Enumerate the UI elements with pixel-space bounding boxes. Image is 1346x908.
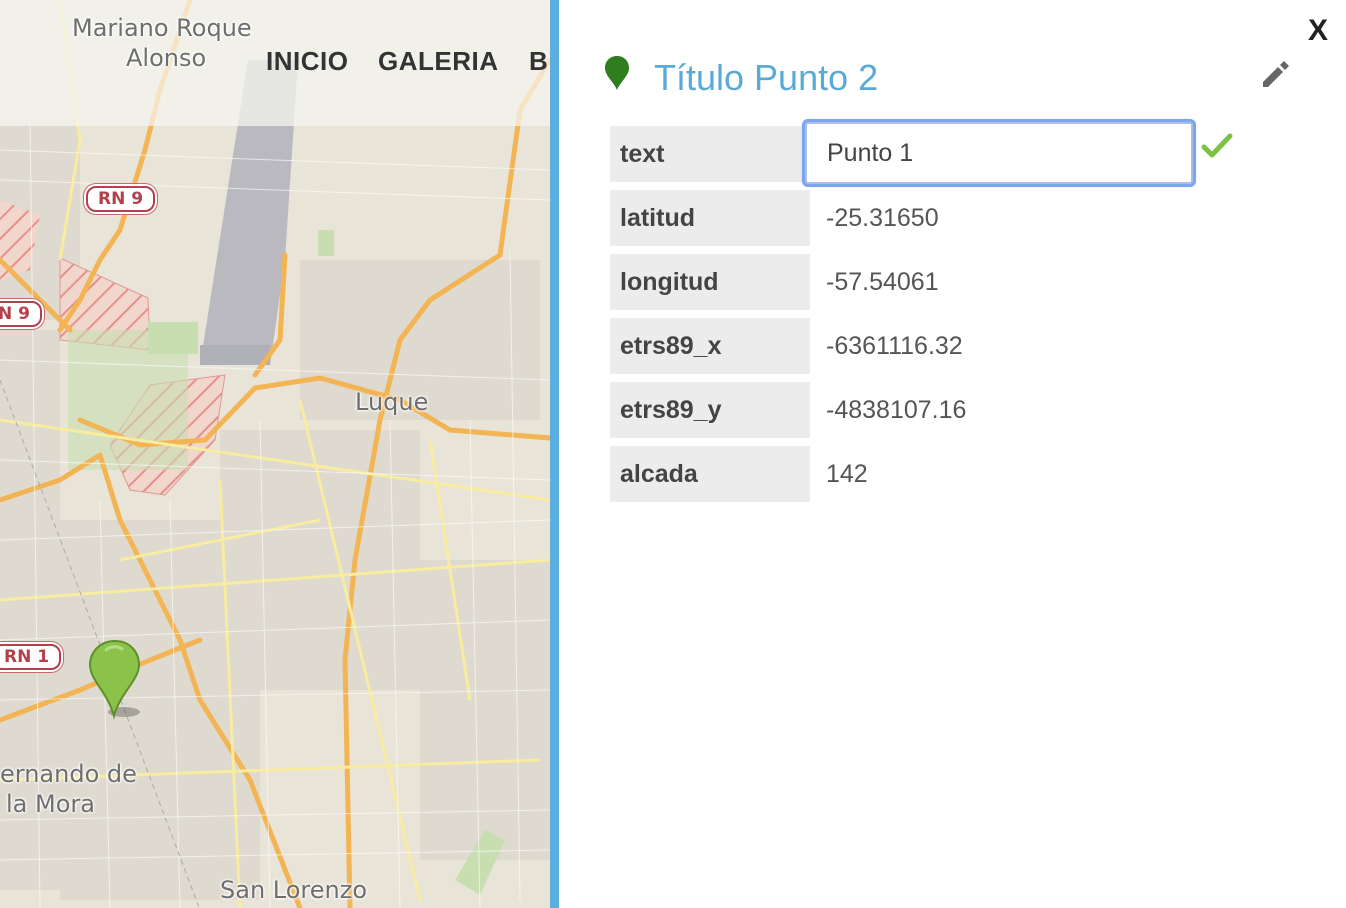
field-row-text: text: [610, 122, 1310, 184]
field-value[interactable]: -4838107.16: [826, 396, 966, 425]
field-row-etrs89-y: etrs89_y -4838107.16: [610, 382, 1310, 438]
check-icon[interactable]: [1201, 132, 1233, 160]
field-key: latitud: [610, 190, 810, 246]
route-shield-rn9: RN 9: [86, 186, 156, 212]
field-value[interactable]: 142: [826, 460, 868, 489]
nav-galeria[interactable]: GALERIA: [378, 46, 499, 77]
place-label-san-lorenzo: San Lorenzo: [220, 876, 368, 904]
nav-inicio[interactable]: INICIO: [266, 46, 348, 77]
place-label-la-mora: la Mora: [6, 790, 95, 818]
field-row-longitud: longitud -57.54061: [610, 254, 1310, 310]
nav-item-truncated[interactable]: B: [529, 46, 548, 77]
field-key: text: [610, 126, 810, 182]
field-key: etrs89_x: [610, 318, 810, 374]
text-field-input[interactable]: [805, 122, 1193, 184]
route-shield-n9: N 9: [0, 301, 42, 327]
place-label-mariano: Mariano Roque: [72, 14, 252, 42]
place-label-fernando: ernando de: [0, 760, 137, 788]
route-shield-rn1: RN 1: [0, 644, 62, 670]
field-value[interactable]: -6361116.32: [826, 332, 963, 361]
field-value[interactable]: -57.54061: [826, 268, 939, 297]
map-marker-icon[interactable]: [88, 638, 144, 724]
panel-divider: [550, 0, 559, 908]
field-row-alcada: alcada 142: [610, 446, 1310, 502]
point-detail-panel: X Título Punto 2 text latitud -25.31650 …: [559, 0, 1346, 908]
field-value[interactable]: -25.31650: [826, 204, 939, 233]
field-key: alcada: [610, 446, 810, 502]
place-label-alonso: Alonso: [126, 44, 207, 72]
map-view[interactable]: INICIO GALERIA B Mariano Roque Alonso Lu…: [0, 0, 550, 908]
pencil-icon[interactable]: [1259, 58, 1291, 90]
field-row-etrs89-x: etrs89_x -6361116.32: [610, 318, 1310, 374]
place-label-luque: Luque: [355, 388, 429, 416]
field-key: etrs89_y: [610, 382, 810, 438]
map-pin-icon: [605, 56, 629, 90]
field-key: longitud: [610, 254, 810, 310]
field-row-latitud: latitud -25.31650: [610, 190, 1310, 246]
close-button[interactable]: X: [1308, 14, 1328, 48]
point-title: Título Punto 2: [654, 57, 879, 98]
